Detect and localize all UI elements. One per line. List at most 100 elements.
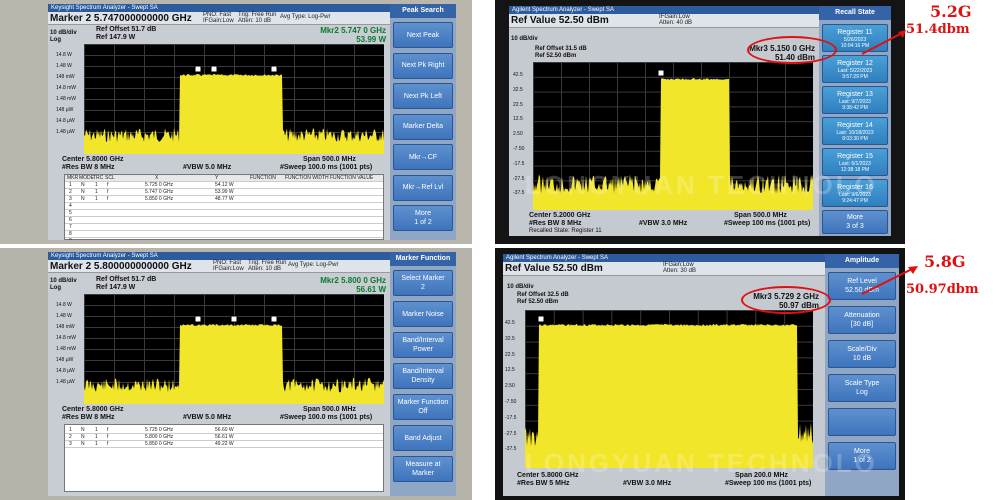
cell-trc: 1 [95, 196, 98, 202]
cell-x: 5.850 0 GHz [145, 441, 174, 447]
atten-label: Atten: 30 dB [663, 268, 697, 274]
y-tick-label: -7.50 [513, 146, 525, 152]
atten-label: Atten: 40 dB [659, 20, 693, 26]
y-tick-label: 148 mW [56, 324, 75, 330]
softkey-4[interactable]: Band/Interval Density [393, 363, 453, 389]
photo-top-right: Agilent Spectrum Analyzer - Swept SA Ref… [495, 0, 905, 244]
softkey-3[interactable]: Band/Interval Power [393, 332, 453, 358]
y-tick-label: -27.5 [505, 430, 517, 437]
y-tick-label: -17.5 [513, 160, 525, 167]
scale-label: 10 dB/div [507, 284, 534, 290]
y-tick-label: -27.5 [513, 175, 525, 182]
table-row: 6 [65, 217, 383, 224]
analyzer-screen: Keysight Spectrum Analyzer - Swept SA Ma… [48, 4, 456, 240]
row-number: 8 [69, 231, 72, 237]
y-tick-label: 42.5 [513, 72, 523, 78]
vbw: #VBW 3.0 MHz [623, 480, 672, 487]
table-row: 8 [65, 231, 383, 238]
softkey-5[interactable]: Marker Function Off [393, 394, 453, 420]
softkey-2[interactable]: Next Pk Right [393, 52, 453, 79]
cell-mode: N [81, 427, 85, 433]
watermark: LONGYUAN TECHNOLO [525, 170, 878, 200]
softkey-7[interactable]: More 1 of 2 [393, 205, 453, 231]
register-name: Register 12 [837, 59, 873, 67]
cell-x: 5.800 0 GHz [145, 434, 174, 440]
table-row: 3 N 1 f 5.850 0 GHz 49.22 W [65, 441, 383, 448]
marker-table: MKR MODE TRC SCL X Y FUNCTION FUNCTION WIDTH FUN… [64, 174, 384, 240]
row-number: 9 [69, 238, 72, 240]
row-number: 5 [69, 210, 72, 216]
marker-readout: Mkr2 5.800 0 GHz 56.61 W [320, 276, 386, 294]
register-name: Register 15 [837, 152, 873, 160]
y-tick-label: 14.8 µW [56, 368, 75, 374]
highlight-oval [747, 36, 837, 64]
annotation-freq: 5.8G [924, 252, 966, 271]
res-bw: #Res BW 8 MHz [529, 220, 582, 227]
register-button[interactable]: Register 14 Last: 10/18/2023 8:03:30 PM [822, 117, 888, 145]
res-bw: #Res BW 5 MHz [517, 480, 570, 487]
softkey-6[interactable]: Mkr→Ref Lvl [393, 174, 453, 201]
softkey-7[interactable]: Measure at Marker [393, 456, 453, 482]
marker-point [270, 315, 278, 323]
marker-freq-label: Marker 2 5.800000000000 GHz [50, 261, 192, 272]
softkey-3[interactable]: Next Pk Left [393, 83, 453, 109]
watermark: LONGYUAN TECHNOLO [525, 448, 878, 478]
sweep: #Sweep 100.0 ms (1001 pts) [280, 414, 373, 421]
marker-point [270, 65, 278, 73]
cell-trc: 1 [95, 427, 98, 433]
register-button[interactable]: Register 12 Last: 5/22/2023 9:57:29 PM [822, 55, 888, 83]
cell-mode: N [81, 434, 85, 440]
cell-scl: f [107, 441, 109, 447]
register-name: Register 14 [837, 121, 873, 129]
y-tick-label: 14.8 W [56, 302, 72, 308]
y-tick-label: 14.8 mW [56, 85, 77, 91]
softkey-6[interactable]: Band Adjust [393, 425, 453, 451]
table-row: 2 N 1 f 5.747 0 GHz 53.99 W [65, 189, 383, 196]
cell-n: 3 [69, 196, 72, 202]
softkey-2[interactable]: Marker Noise [393, 301, 453, 327]
marker-point [194, 315, 202, 323]
cell-trc: 1 [95, 189, 98, 195]
y-tick-label: 1.48 W [56, 313, 72, 319]
softkey-2[interactable]: Attenuation [30 dB] [828, 306, 896, 334]
cell-trc: 1 [95, 441, 98, 447]
trace-fill [84, 74, 384, 154]
marker-readout: Mkr2 5.747 0 GHz 53.99 W [320, 26, 386, 44]
spectrum-trace [525, 315, 813, 468]
softkey-5[interactable] [828, 408, 896, 436]
more-button[interactable]: More 3 of 3 [822, 210, 888, 234]
softkey-4[interactable]: Scale Type Log [828, 374, 896, 402]
softkey-5[interactable]: Mkr→CF [393, 144, 453, 170]
ref-offset: Ref Offset 51.7 dB [96, 276, 157, 283]
cell-n: 2 [69, 189, 72, 195]
table-row: 3 N 1 f 5.850 0 GHz 48.77 W [65, 196, 383, 203]
row-number: 6 [69, 217, 72, 223]
softkey-4[interactable]: Marker Delta [393, 113, 453, 140]
softkey-1[interactable]: Select Marker 2 [393, 270, 453, 296]
cell-y: 56.60 W [215, 427, 234, 433]
spectrum-graph [84, 294, 384, 404]
avg-type-label: Avg Type: Log-Pwr [288, 262, 339, 268]
cell-scl: f [107, 434, 109, 440]
annotation-arrow [861, 266, 918, 295]
softkey-title: Recall State [819, 6, 891, 20]
softkey-1[interactable]: Next Peak [393, 22, 453, 48]
cell-n: 1 [69, 182, 72, 188]
center-freq: Center 5.8000 GHz [62, 156, 124, 163]
y-tick-label: 148 mW [56, 74, 75, 80]
softkey-3[interactable]: Scale/Div 10 dB [828, 340, 896, 368]
marker-freq-label: Marker 2 5.747000000000 GHz [50, 13, 192, 24]
ref-offset: Ref Offset 31.5 dB [535, 46, 587, 52]
register-button[interactable]: Register 13 Last: 9/7/2023 9:38:42 PM [822, 86, 888, 114]
y-tick-label: 22.5 [505, 351, 515, 358]
softkey-panel: Marker Function Select Marker 2 Marker No… [390, 252, 456, 496]
table-row: 1 N 1 f 5.725 0 GHz 54.12 W [65, 182, 383, 189]
cell-n: 2 [69, 434, 72, 440]
y-tick-label: -37.5 [513, 190, 525, 197]
cell-mode: N [81, 196, 85, 202]
log-label: Log [50, 37, 61, 43]
table-row: 1 N 1 f 5.725 0 GHz 56.60 W [65, 427, 383, 434]
atten-label: Atten: 10 dB [238, 18, 272, 24]
center-freq: Center 5.2000 GHz [529, 212, 591, 219]
sweep: #Sweep 100 ms (1001 pts) [724, 220, 811, 227]
